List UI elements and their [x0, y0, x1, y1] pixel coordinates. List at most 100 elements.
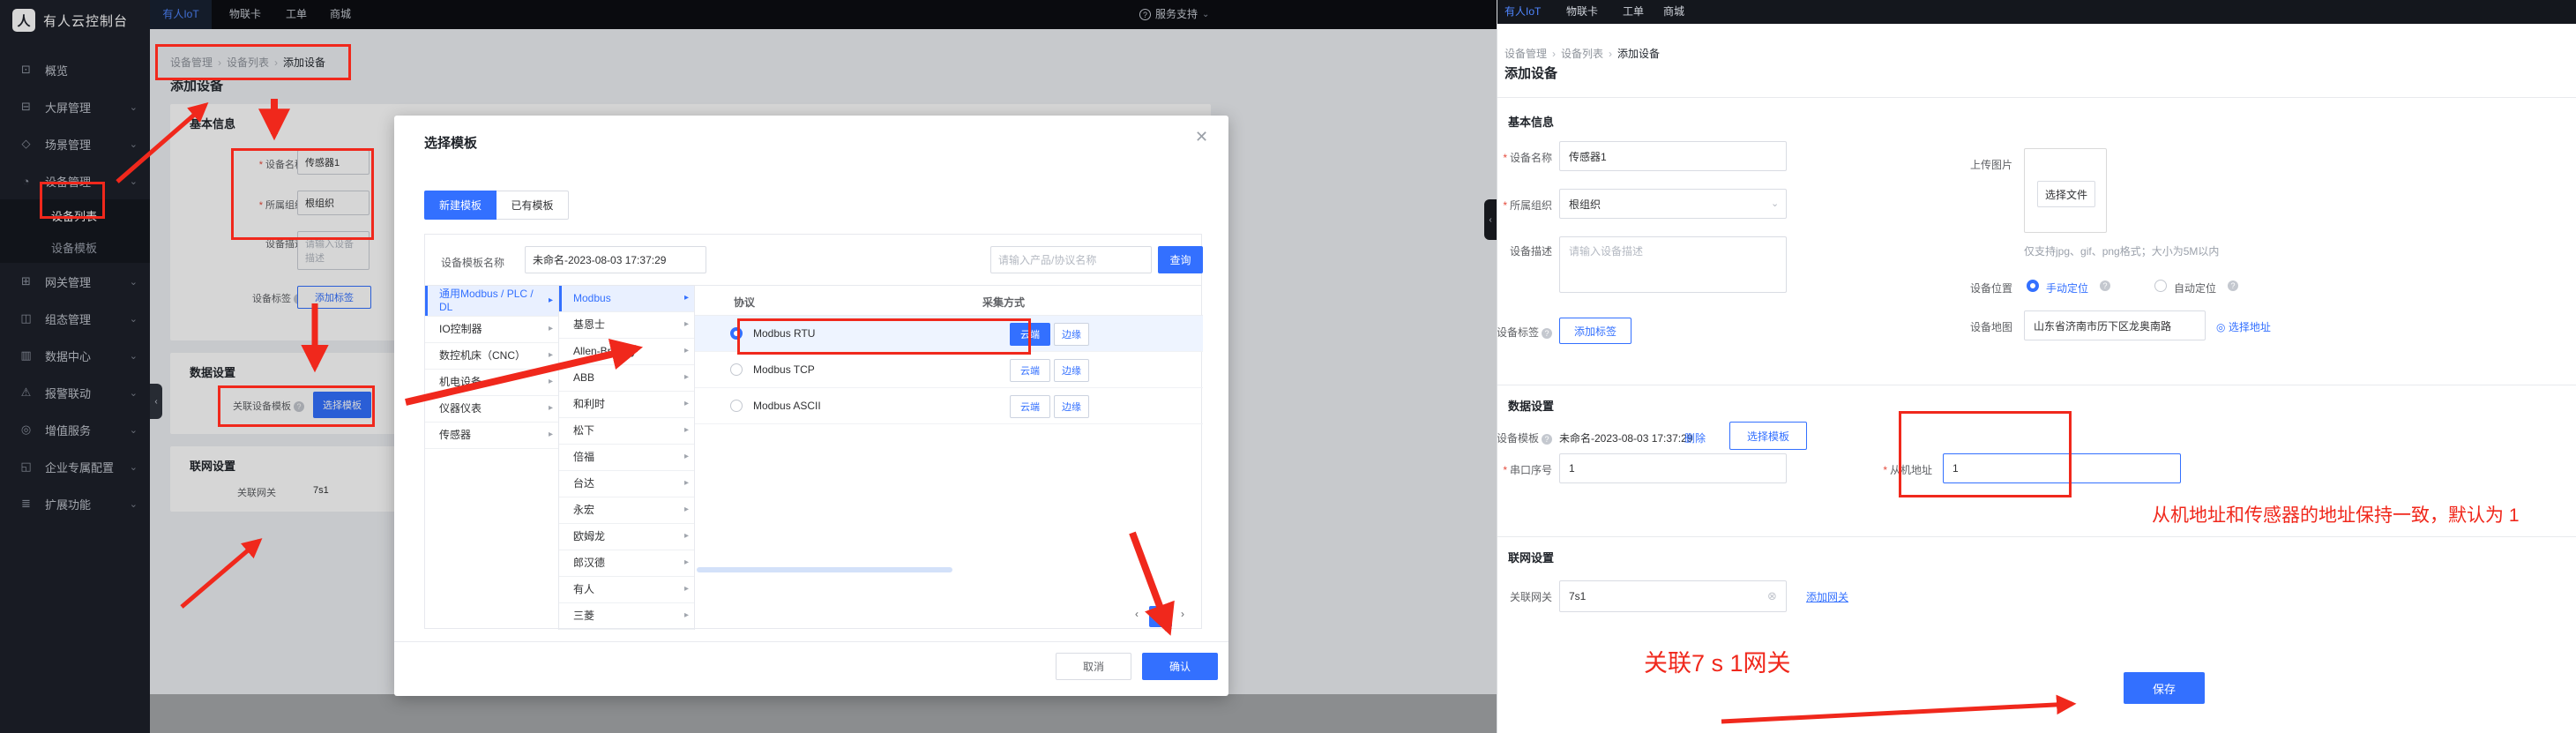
location-pin-icon: ◎: [2216, 321, 2229, 333]
search-button[interactable]: 查询: [1158, 246, 1203, 273]
brand-item[interactable]: ABB ▸: [559, 365, 694, 392]
category-item[interactable]: 传感器 ▸: [425, 423, 558, 449]
category-item[interactable]: 通用Modbus / PLC / DL ▸: [425, 286, 558, 317]
chevron-right-icon: ▸: [684, 293, 689, 304]
cancel-button[interactable]: 取消: [1056, 653, 1131, 680]
cloud-collect-button[interactable]: 云端: [1010, 395, 1050, 418]
col-protocol: 协议: [734, 295, 755, 310]
breadcrumb-item[interactable]: 设备列表: [1552, 46, 1603, 61]
category-label: 机电设备: [439, 376, 482, 389]
edge-collect-button[interactable]: 边缘: [1054, 323, 1089, 346]
tab-youren-iot[interactable]: 有人IoT: [1505, 0, 1541, 24]
brand-column: Modbus ▸ 基恩士 ▸ Allen-Bradley ▸ ABB ▸: [559, 286, 695, 630]
category-label: IO控制器: [439, 323, 482, 336]
radio-icon[interactable]: [730, 363, 743, 376]
tab-work-order[interactable]: 工单: [1623, 0, 1644, 24]
pagination-prev[interactable]: ‹: [1135, 608, 1139, 620]
brand-item[interactable]: 欧姆龙 ▸: [559, 524, 694, 550]
cloud-collect-button[interactable]: 云端: [1010, 359, 1050, 382]
address-input[interactable]: [2024, 310, 2206, 340]
confirm-button[interactable]: 确认: [1142, 653, 1218, 680]
choose-template-button[interactable]: 选择模板: [1729, 422, 1807, 450]
template-name-row: 设备模板名称 查询: [425, 235, 1201, 286]
pagination-page[interactable]: 1: [1149, 606, 1172, 627]
chevron-right-icon: ▸: [684, 505, 689, 516]
device-name-label: 设备名称: [1497, 150, 1552, 165]
upload-dropzone[interactable]: 选择文件: [2024, 148, 2107, 233]
radio-icon[interactable]: [2154, 280, 2167, 292]
help-icon: ?: [1542, 328, 1552, 339]
device-name-input[interactable]: [1559, 141, 1787, 171]
brand-label: 台达: [573, 477, 594, 490]
category-item[interactable]: IO控制器 ▸: [425, 317, 558, 343]
template-name-input[interactable]: [525, 246, 706, 273]
brand-item[interactable]: 倍福 ▸: [559, 445, 694, 471]
radio-selected-icon[interactable]: [2027, 280, 2039, 292]
horizontal-scrollbar[interactable]: [697, 567, 952, 572]
serial-input[interactable]: [1559, 453, 1787, 483]
brand-item[interactable]: 和利时 ▸: [559, 392, 694, 418]
brand-label: Modbus: [573, 292, 611, 305]
chevron-right-icon: ▸: [684, 478, 689, 490]
category-item[interactable]: 数控机床（CNC） ▸: [425, 343, 558, 370]
choose-address-label: 选择地址: [2229, 321, 2271, 333]
choose-file-button[interactable]: 选择文件: [2037, 181, 2095, 207]
edge-collect-button[interactable]: 边缘: [1054, 359, 1089, 382]
chevron-right-icon: ▸: [549, 295, 553, 307]
template-value: 未命名-2023-08-03 17:37:29: [1559, 430, 1692, 445]
brand-item[interactable]: 郎汉德 ▸: [559, 550, 694, 577]
chevron-right-icon: ▸: [549, 430, 553, 441]
section-title: 数据设置: [1508, 397, 1554, 414]
modal-footer-divider: [394, 641, 1228, 642]
brand-item[interactable]: Allen-Bradley ▸: [559, 339, 694, 365]
brand-label: 松下: [573, 424, 594, 438]
table-row[interactable]: Modbus ASCII 云端 边缘: [695, 388, 1203, 424]
panel-collapse-handle[interactable]: ‹: [1484, 199, 1497, 240]
edge-collect-button[interactable]: 边缘: [1054, 395, 1089, 418]
section-title: 基本信息: [1508, 113, 1554, 130]
brand-item[interactable]: Modbus ▸: [559, 286, 694, 312]
brand-label: 有人: [573, 583, 594, 596]
gateway-select[interactable]: [1559, 580, 1787, 612]
table-row[interactable]: Modbus RTU 云端 边缘: [695, 316, 1203, 352]
breadcrumb-item[interactable]: 设备管理: [1505, 46, 1547, 61]
slave-address-input[interactable]: [1943, 453, 2181, 483]
delete-template-link[interactable]: 删除: [1684, 430, 1706, 445]
brand-item[interactable]: 永宏 ▸: [559, 497, 694, 524]
left-screenshot: 有人IoT 物联卡 工单 商城 ? 服务支持 ⌄ 人 有人云控制台 ⊡ 概览: [0, 0, 1497, 733]
auto-position-option[interactable]: 自动定位: [2174, 280, 2216, 295]
help-icon: ?: [2100, 280, 2110, 291]
tab-mall[interactable]: 商城: [1663, 0, 1684, 24]
radio-selected-icon[interactable]: [730, 327, 743, 340]
save-button[interactable]: 保存: [2124, 672, 2205, 704]
tab-iot-card[interactable]: 物联卡: [1566, 0, 1598, 24]
tag-label: 设备标签?: [1497, 325, 1552, 340]
choose-address-link[interactable]: ◎ 选择地址: [2216, 319, 2271, 334]
desc-label: 设备描述: [1497, 243, 1552, 258]
sidebar-collapse-handle[interactable]: ‹: [150, 384, 162, 419]
brand-item[interactable]: 基恩士 ▸: [559, 312, 694, 339]
org-select[interactable]: [1559, 189, 1787, 219]
breadcrumb: 设备管理 设备列表 添加设备: [1505, 46, 1660, 61]
manual-position-option[interactable]: 手动定位: [2046, 280, 2088, 295]
tab-new-template[interactable]: 新建模板: [424, 191, 497, 220]
brand-item[interactable]: 台达 ▸: [559, 471, 694, 497]
brand-item[interactable]: 松下 ▸: [559, 418, 694, 445]
search-input[interactable]: [990, 246, 1152, 273]
clear-icon[interactable]: ⊗: [1767, 589, 1777, 603]
brand-item[interactable]: 三菱 ▸: [559, 603, 694, 630]
pagination-next[interactable]: ›: [1181, 608, 1184, 620]
chevron-right-icon: ▸: [684, 319, 689, 331]
cloud-collect-button[interactable]: 云端: [1010, 323, 1050, 346]
close-icon[interactable]: ✕: [1195, 128, 1208, 146]
desc-textarea[interactable]: [1559, 236, 1787, 293]
tab-existing-template[interactable]: 已有模板: [497, 191, 569, 220]
table-row[interactable]: Modbus TCP 云端 边缘: [695, 352, 1203, 388]
category-item[interactable]: 仪器仪表 ▸: [425, 396, 558, 423]
chevron-right-icon: ▸: [684, 399, 689, 410]
add-gateway-link[interactable]: 添加网关: [1806, 589, 1848, 604]
add-tag-button[interactable]: 添加标签: [1559, 318, 1631, 344]
brand-item[interactable]: 有人 ▸: [559, 577, 694, 603]
radio-icon[interactable]: [730, 400, 743, 412]
category-item[interactable]: 机电设备 ▸: [425, 370, 558, 396]
